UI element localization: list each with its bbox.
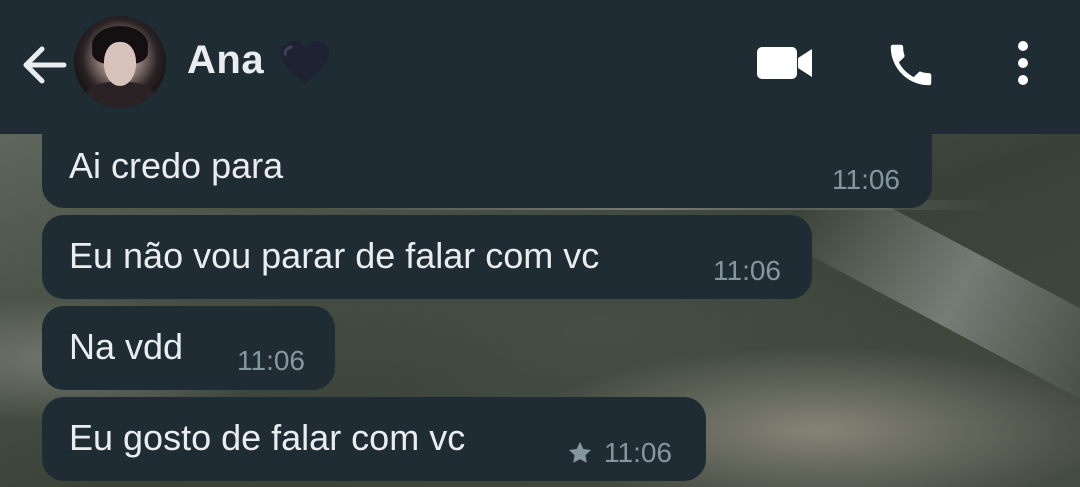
message-bubble[interactable]: Na vdd 11:06 bbox=[42, 306, 335, 390]
message-text: Na vdd bbox=[69, 326, 184, 367]
message-text: Eu não vou parar de falar com vc bbox=[69, 235, 600, 276]
phone-icon bbox=[890, 44, 932, 86]
message-time: 11:06 bbox=[604, 437, 672, 468]
back-button[interactable] bbox=[18, 40, 68, 90]
contact-avatar[interactable] bbox=[74, 16, 166, 108]
more-vert-icon bbox=[1018, 41, 1028, 85]
arrow-left-icon bbox=[23, 46, 67, 84]
chat-header: Ana bbox=[0, 0, 1080, 134]
message-time: 11:06 bbox=[713, 255, 781, 286]
blue-heart-icon bbox=[279, 40, 331, 86]
star-icon bbox=[568, 441, 592, 463]
message-text: Eu gosto de falar com vc bbox=[69, 417, 466, 458]
videocam-icon bbox=[757, 47, 812, 79]
voice-call-button[interactable] bbox=[884, 38, 938, 92]
more-options-button[interactable] bbox=[1008, 38, 1038, 88]
message-bubble[interactable]: Eu gosto de falar com vc 11:06 bbox=[42, 397, 706, 481]
message-text: Ai credo para bbox=[69, 145, 284, 186]
contact-name[interactable]: Ana bbox=[187, 38, 264, 83]
chat-screen: Ana Ai credo para 11:06 Eu não vou parar… bbox=[0, 0, 1080, 487]
message-time: 11:06 bbox=[237, 345, 305, 376]
message-bubble[interactable]: Ai credo para 11:06 bbox=[42, 118, 932, 208]
message-bubble[interactable]: Eu não vou parar de falar com vc 11:06 bbox=[42, 215, 812, 299]
video-call-button[interactable] bbox=[756, 44, 814, 82]
message-time: 11:06 bbox=[832, 164, 900, 195]
